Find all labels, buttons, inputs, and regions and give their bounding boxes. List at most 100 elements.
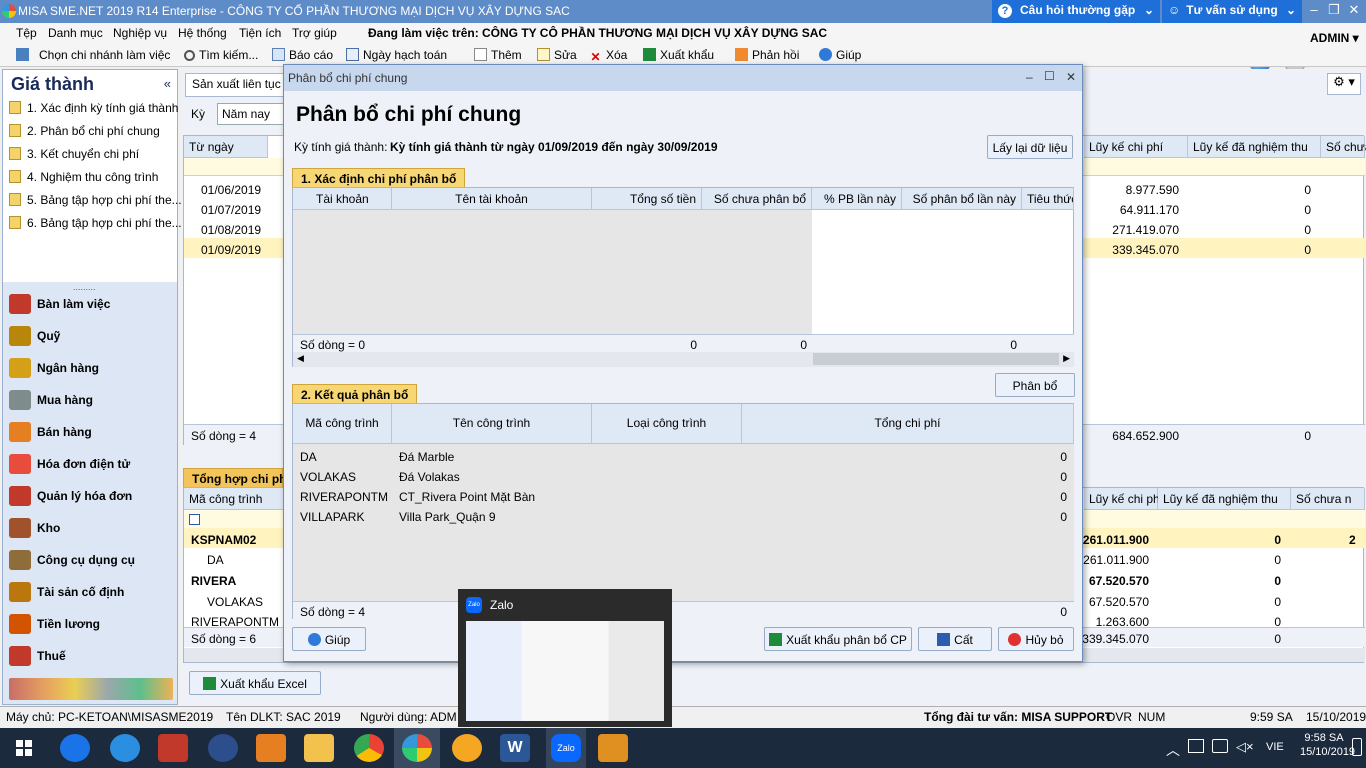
export-button[interactable]: Xuất khẩu	[643, 48, 714, 62]
menu-help[interactable]: Trợ giúp	[292, 26, 337, 40]
app-icon[interactable]	[208, 734, 238, 762]
report-button[interactable]: Báo cáo	[272, 48, 333, 62]
col-allocation-percent[interactable]: % PB lần này	[812, 188, 902, 210]
menu-file[interactable]: Tệp	[16, 26, 37, 40]
close-icon[interactable]: ✕	[1344, 2, 1364, 20]
outlook-icon[interactable]	[598, 734, 628, 762]
misa-task-active[interactable]	[394, 728, 440, 768]
module-warehouse[interactable]: Kho	[3, 512, 177, 544]
advice-button[interactable]: ☺ Tư vấn sử dụng ⌄	[1162, 0, 1302, 23]
language-indicator[interactable]: VIE	[1266, 741, 1284, 753]
period-select[interactable]: Năm nay	[217, 103, 289, 125]
cancel-button[interactable]: Hủy bỏ	[998, 627, 1074, 651]
app-icon[interactable]	[158, 734, 188, 762]
module-einvoice[interactable]: Hóa đơn điện tử	[3, 448, 177, 480]
edit-button[interactable]: Sửa	[537, 48, 577, 62]
module-workdesk[interactable]: Bàn làm việc	[3, 288, 177, 320]
col-account-name[interactable]: Tên tài khoản	[392, 188, 592, 210]
col-cumulative-accepted[interactable]: Lũy kế đã nghiệm thu	[1158, 488, 1291, 510]
module-bank[interactable]: Ngân hàng	[3, 352, 177, 384]
app-icon[interactable]	[256, 734, 286, 762]
menu-system[interactable]: Hệ thống	[178, 26, 227, 40]
volume-icon[interactable]: ◁×	[1236, 739, 1254, 755]
help-button[interactable]: Giúp	[292, 627, 366, 651]
feedback-button[interactable]: Phản hồi	[735, 48, 799, 62]
col-project-code[interactable]: Mã công trình	[184, 488, 284, 510]
post-date-button[interactable]: Ngày hạch toán	[346, 48, 447, 62]
user-name[interactable]: ADMIN ▾	[1310, 31, 1359, 45]
settings-gear-icon[interactable]: ⚙ ▾	[1327, 73, 1361, 95]
module-tax[interactable]: Thuế	[3, 640, 177, 672]
notification-icon[interactable]	[1188, 739, 1204, 753]
faq-button[interactable]: ? Câu hỏi thường gặp ⌄	[992, 0, 1160, 23]
col-total-amount[interactable]: Tổng số tiền	[592, 188, 702, 210]
step-item[interactable]: 4. Nghiệm thu công trình	[9, 170, 158, 184]
col-project-code[interactable]: Mã công trình	[293, 404, 392, 444]
step-item[interactable]: 6. Bảng tập hợp chi phí the...	[9, 216, 182, 230]
module-invoice-mgmt[interactable]: Quản lý hóa đơn	[3, 480, 177, 512]
zalo-task-active[interactable]: Zalo	[546, 728, 586, 768]
internet-explorer-icon[interactable]	[110, 734, 140, 762]
export-allocation-button[interactable]: Xuất khẩu phân bổ CP	[764, 627, 912, 651]
step-item[interactable]: 3. Kết chuyển chi phí	[9, 147, 139, 161]
col-project-type[interactable]: Loại công trình	[592, 404, 742, 444]
menu-catalog[interactable]: Danh mục	[48, 26, 103, 40]
col-cumulative-accepted[interactable]: Lũy kế đã nghiệm thu	[1188, 136, 1321, 158]
module-payroll[interactable]: Tiền lương	[3, 608, 177, 640]
scroll-right-icon[interactable]: ▶	[1063, 353, 1070, 364]
module-purchase[interactable]: Mua hàng	[3, 384, 177, 416]
action-center-icon[interactable]	[1352, 738, 1362, 756]
maximize-icon[interactable]: ☐	[1044, 69, 1055, 83]
add-button[interactable]: Thêm	[474, 48, 522, 62]
module-shortcut-icons[interactable]	[9, 678, 173, 700]
checkbox-icon[interactable]	[189, 514, 200, 525]
chrome-icon[interactable]	[354, 734, 384, 762]
col-from-date[interactable]: Từ ngày	[184, 136, 268, 158]
delete-button[interactable]: ✕ Xóa	[589, 48, 627, 64]
col-remaining[interactable]: Số chưa n	[1291, 488, 1365, 510]
col-total-cost[interactable]: Tổng chi phí	[742, 404, 1074, 444]
step-item[interactable]: 5. Bảng tập hợp chi phí the...	[9, 193, 182, 207]
col-unallocated[interactable]: Số chưa phân bổ	[702, 188, 812, 210]
col-allocation-amount[interactable]: Số phân bổ lần này	[902, 188, 1022, 210]
module-cash[interactable]: Quỹ	[3, 320, 177, 352]
col-remaining[interactable]: Số chưa	[1321, 136, 1366, 158]
search-button[interactable]: Tìm kiếm...	[184, 48, 258, 62]
step-item[interactable]: 2. Phân bổ chi phí chung	[9, 124, 160, 138]
teamviewer-icon[interactable]	[60, 734, 90, 762]
branch-button[interactable]: Chọn chi nhánh làm việc	[16, 48, 170, 62]
minimize-icon[interactable]: –	[1304, 2, 1324, 20]
windows-start-icon[interactable]	[16, 740, 32, 756]
reload-data-button[interactable]: Lấy lại dữ liệu	[987, 135, 1073, 159]
help-button[interactable]: Giúp	[819, 48, 861, 62]
scroll-left-icon[interactable]: ◀	[297, 353, 304, 364]
module-sales[interactable]: Bán hàng	[3, 416, 177, 448]
step-item[interactable]: 1. Xác định kỳ tính giá thành	[9, 101, 178, 115]
col-criteria[interactable]: Tiêu thức	[1022, 188, 1074, 210]
tab-continuous-production[interactable]: Sản xuất liên tục -	[185, 73, 296, 97]
zalo-taskbar-preview[interactable]: Zalo Zalo	[458, 589, 672, 727]
module-fixed-assets[interactable]: Tài sản cố định	[3, 576, 177, 608]
browser-icon[interactable]	[452, 734, 482, 762]
col-account[interactable]: Tài khoản	[293, 188, 392, 210]
restore-icon[interactable]: ❐	[1324, 2, 1344, 20]
chevron-up-icon[interactable]: ︿	[1166, 740, 1180, 760]
col-cumulative-cost[interactable]: Lũy kế chi phí	[1084, 136, 1188, 158]
menu-utilities[interactable]: Tiện ích	[239, 26, 281, 40]
file-explorer-icon[interactable]	[304, 734, 334, 762]
scroll-thumb[interactable]	[813, 353, 1059, 365]
minimize-icon[interactable]: –	[1026, 70, 1033, 84]
close-icon[interactable]: ✕	[1066, 70, 1076, 84]
menu-operations[interactable]: Nghiệp vụ	[113, 26, 167, 40]
collapse-icon[interactable]: «	[164, 76, 171, 91]
word-icon[interactable]: W	[500, 734, 530, 762]
export-excel-button[interactable]: Xuất khẩu Excel	[189, 671, 321, 695]
network-icon[interactable]	[1212, 739, 1228, 753]
col-cumulative-cost[interactable]: Lũy kế chi phí	[1084, 488, 1163, 510]
allocate-button[interactable]: Phân bổ	[995, 373, 1075, 397]
horizontal-scrollbar[interactable]: ◀ ▶	[293, 352, 1074, 367]
clock[interactable]: 9:58 SA 15/10/2019	[1300, 732, 1355, 758]
module-tools[interactable]: Công cụ dụng cụ	[3, 544, 177, 576]
col-project-name[interactable]: Tên công trình	[392, 404, 592, 444]
save-button[interactable]: Cất	[918, 627, 992, 651]
